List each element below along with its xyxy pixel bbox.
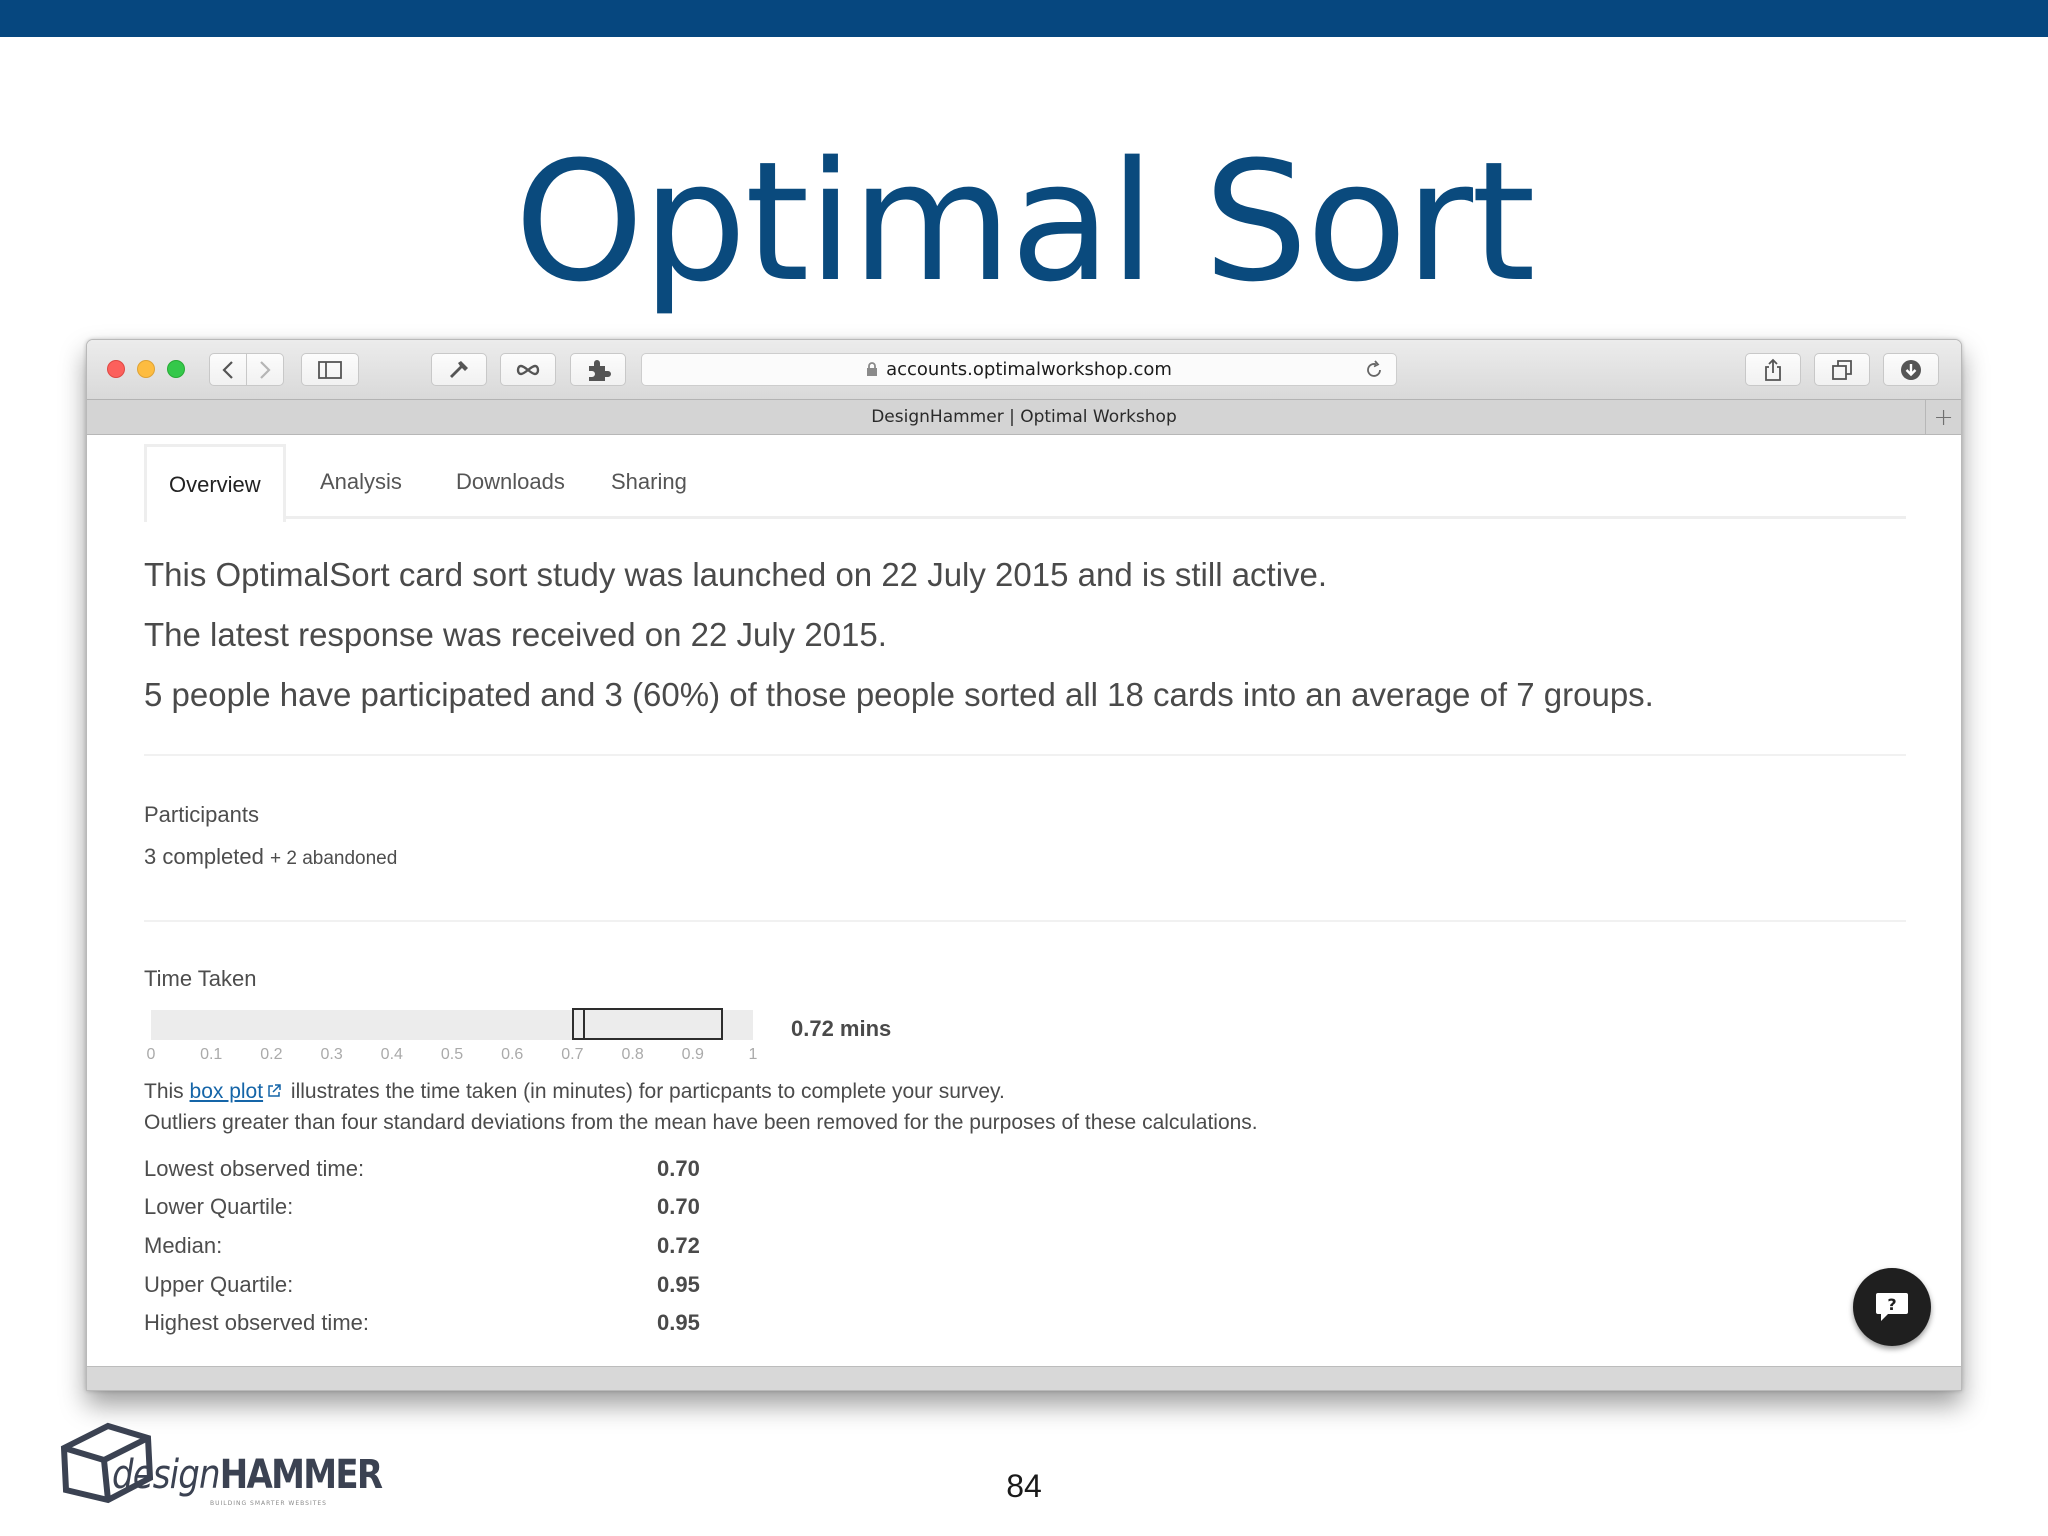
stat-highest-label: Highest observed time: — [144, 1310, 369, 1335]
share-button[interactable] — [1745, 353, 1801, 386]
participants-completed: 3 completed — [144, 844, 264, 869]
back-button[interactable] — [209, 353, 247, 386]
section-divider — [144, 920, 1906, 922]
downloads-button[interactable] — [1883, 353, 1939, 386]
stat-median-value: 0.72 — [657, 1233, 700, 1258]
participants-abandoned: + 2 abandoned — [269, 848, 398, 869]
time-taken-heading: Time Taken — [144, 966, 257, 991]
box-plot-tick-label: 0.9 — [681, 1046, 704, 1063]
developer-tools-button[interactable] — [431, 353, 487, 386]
summary-latest-response: The latest response was received on 22 J… — [144, 616, 887, 653]
plugin-button[interactable] — [570, 353, 626, 386]
box-plot-median — [583, 1008, 586, 1040]
summary-participation: 5 people have participated and 3 (60%) o… — [144, 676, 1654, 713]
stat-upper-quartile-label: Upper Quartile: — [144, 1272, 294, 1297]
participants-heading: Participants — [144, 802, 259, 827]
box-plot-tick-label: 1 — [748, 1046, 758, 1063]
chevron-right-icon — [260, 360, 271, 379]
tab-downloads[interactable]: Downloads — [456, 444, 565, 519]
box-plot-tick-label: 0.6 — [501, 1046, 524, 1063]
tabs-overview-icon — [1832, 359, 1852, 380]
stat-upper-quartile-value: 0.95 — [657, 1272, 700, 1297]
browser-tab-bar: DesignHammer | Optimal Workshop + — [87, 400, 1961, 435]
close-window-button[interactable] — [107, 360, 125, 378]
forward-button[interactable] — [246, 353, 284, 386]
box-plot-tick-label: 0 — [146, 1046, 156, 1063]
slide-page-number: 84 — [1006, 1468, 1042, 1504]
stat-lowest-label: Lowest observed time: — [144, 1156, 365, 1181]
stat-median-label: Median: — [144, 1233, 223, 1258]
stat-highest-value: 0.95 — [657, 1310, 700, 1335]
outliers-note: Outliers greater than four standard devi… — [144, 1111, 1258, 1134]
page-content: Overview Analysis Downloads Sharing This… — [87, 436, 1961, 1376]
tab-overview[interactable]: Overview — [144, 444, 286, 522]
slide-title: Optimal Sort — [514, 126, 1536, 318]
stat-lower-quartile-value: 0.70 — [657, 1194, 700, 1219]
url-text: accounts.optimalworkshop.com — [886, 359, 1172, 380]
browser-window: accounts.optimalworkshop.com DesignHamme… — [86, 339, 1962, 1391]
browser-tab-title[interactable]: DesignHammer | Optimal Workshop — [871, 407, 1177, 427]
box-plot-description: This box plot illustrates the time taken… — [144, 1080, 1005, 1104]
lock-icon — [866, 362, 878, 377]
show-tabs-button[interactable] — [1814, 353, 1870, 386]
box-plot-tick-label: 0.8 — [621, 1046, 644, 1063]
box-plot-tick-label: 0.2 — [260, 1046, 283, 1063]
desc-suffix: illustrates the time taken (in minutes) … — [285, 1080, 1005, 1103]
share-icon — [1765, 358, 1781, 381]
download-circle-icon — [1901, 359, 1921, 380]
section-divider — [144, 754, 1906, 756]
external-link-icon[interactable] — [267, 1080, 281, 1104]
stat-lower-quartile-label: Lower Quartile: — [144, 1194, 294, 1219]
box-plot-value: 0.72 mins — [791, 1016, 892, 1041]
box-plot-box — [572, 1008, 723, 1040]
tab-analysis[interactable]: Analysis — [320, 444, 402, 519]
puzzle-piece-icon — [589, 359, 611, 381]
overview-nav-tabs: Overview Analysis Downloads Sharing — [144, 444, 1906, 522]
extension-button[interactable] — [500, 353, 556, 386]
minimize-window-button[interactable] — [137, 360, 155, 378]
address-bar[interactable]: accounts.optimalworkshop.com — [641, 353, 1397, 386]
summary-launch: This OptimalSort card sort study was lau… — [144, 556, 1328, 593]
stat-lowest-value: 0.70 — [657, 1156, 700, 1181]
hammer-icon — [450, 360, 468, 378]
svg-text:?: ? — [1887, 1295, 1896, 1314]
browser-toolbar: accounts.optimalworkshop.com — [87, 340, 1961, 400]
box-plot-tick-label: 0.4 — [380, 1046, 403, 1063]
sidebar-icon — [318, 360, 342, 379]
box-plot-tick-label: 0.5 — [440, 1046, 464, 1063]
box-plot-tick-label: 0.1 — [200, 1046, 223, 1063]
tab-sharing[interactable]: Sharing — [611, 444, 687, 519]
sidebar-button[interactable] — [301, 353, 359, 386]
reload-icon[interactable] — [1364, 360, 1384, 385]
new-tab-button[interactable]: + — [1925, 400, 1961, 434]
box-plot-tick-label: 0.3 — [320, 1046, 343, 1063]
infinity-icon — [516, 364, 540, 375]
chevron-left-icon — [222, 360, 233, 379]
window-bottom-bar — [87, 1366, 1961, 1390]
box-plot-tick-label: 0.7 — [561, 1046, 584, 1063]
slide-top-bar — [0, 0, 2048, 37]
help-chat-button[interactable]: ? — [1853, 1268, 1931, 1346]
help-speech-bubble-icon: ? — [1876, 1293, 1908, 1321]
zoom-window-button[interactable] — [167, 360, 185, 378]
box-plot-link[interactable]: box plot — [190, 1080, 264, 1103]
desc-prefix: This — [144, 1080, 190, 1103]
participants-count: 3 completed + 2 abandoned — [144, 844, 397, 870]
